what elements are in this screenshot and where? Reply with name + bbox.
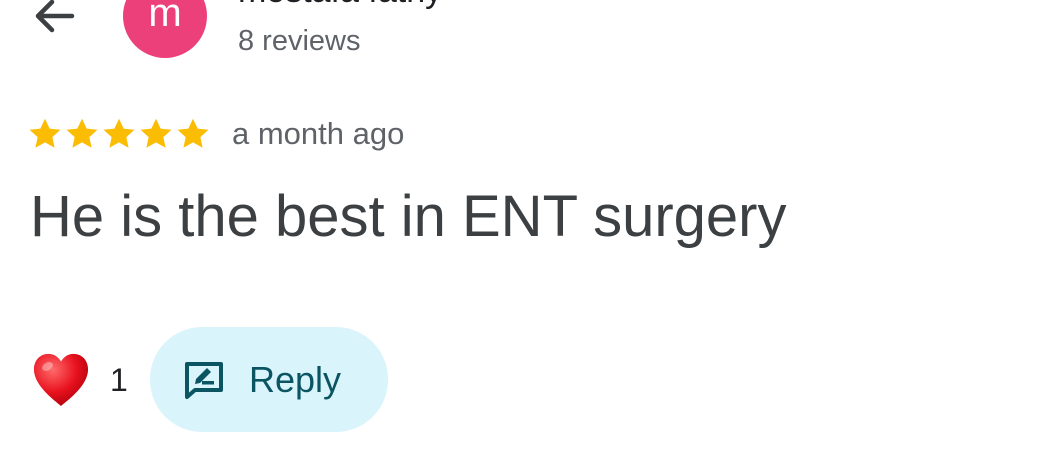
star-icon <box>66 118 98 148</box>
rate-review-icon <box>185 361 223 399</box>
reply-button[interactable]: Reply <box>150 327 388 432</box>
heart-icon <box>33 353 89 407</box>
review-time: a month ago <box>232 116 405 151</box>
star-rating <box>27 116 211 152</box>
back-button[interactable] <box>24 0 80 42</box>
reviewer-name[interactable]: mostafa fathy <box>238 0 442 11</box>
like-button[interactable]: 1 <box>30 352 128 408</box>
star-icon <box>29 118 61 148</box>
avatar[interactable]: m <box>123 0 207 58</box>
review-text: He is the best in ENT surgery <box>30 184 787 249</box>
star-icon <box>103 118 135 148</box>
review-count: 8 reviews <box>238 25 361 57</box>
like-count: 1 <box>110 361 128 398</box>
star-icon <box>140 118 172 148</box>
avatar-letter: m <box>148 0 182 35</box>
arrow-left-icon <box>35 0 75 33</box>
star-icon <box>177 118 209 148</box>
reply-label: Reply <box>249 358 342 400</box>
